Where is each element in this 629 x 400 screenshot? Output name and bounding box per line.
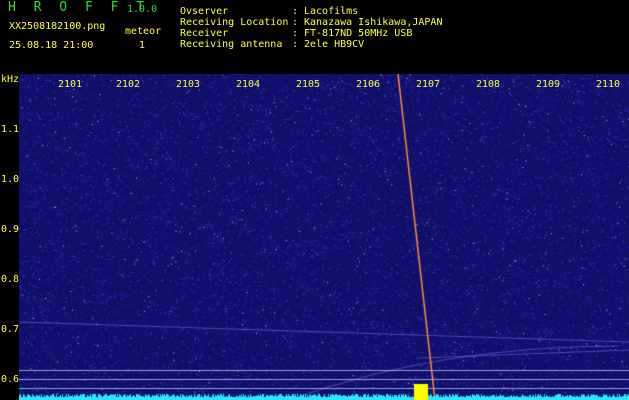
- y-tick-label: 0.6: [1, 374, 20, 385]
- x-tick-label: 2105: [296, 79, 321, 90]
- y-tick-label: 0.8: [1, 274, 20, 285]
- date-time: 25.08.18 21:00: [9, 40, 94, 51]
- location-label: Receiving Location: [180, 17, 289, 28]
- location-value: Kanazawa Ishikawa,JAPAN: [304, 17, 443, 28]
- observer-value: Lacofilms: [304, 6, 359, 17]
- x-tick-label: 2103: [176, 79, 201, 90]
- x-tick-label: 2106: [356, 79, 381, 90]
- y-tick-label: 0.9: [1, 224, 20, 235]
- y-unit-label: kHz: [1, 74, 20, 85]
- receiver-sep: :: [292, 28, 299, 39]
- antenna-label: Receiving antenna: [180, 39, 283, 50]
- antenna-value: 2ele HB9CV: [304, 39, 365, 50]
- location-sep: :: [292, 17, 299, 28]
- spectrogram-waterfall: [19, 74, 629, 400]
- observer-sep: :: [292, 6, 299, 17]
- meteor-count: 1: [139, 40, 146, 51]
- antenna-sep: :: [292, 39, 299, 50]
- observer-label: Ovserver: [180, 6, 229, 17]
- receiver-value: FT-817ND 50MHz USB: [304, 28, 413, 39]
- y-tick-label: 0.7: [1, 324, 20, 335]
- x-tick-label: 2107: [416, 79, 441, 90]
- header-panel: H R O F F T 1.0.0 XX2508182100.png meteo…: [0, 0, 629, 74]
- x-tick-label: 2101: [58, 79, 83, 90]
- x-tick-label: 2102: [116, 79, 141, 90]
- x-tick-label: 2110: [596, 79, 621, 90]
- y-tick-label: 1.0: [1, 174, 20, 185]
- x-tick-label: 2104: [236, 79, 261, 90]
- x-tick-label: 2109: [536, 79, 561, 90]
- receiver-label: Receiver: [180, 28, 229, 39]
- y-tick-label: 1.1: [1, 124, 20, 135]
- x-tick-label: 2108: [476, 79, 501, 90]
- file-name: XX2508182100.png: [9, 21, 106, 32]
- meteor-label: meteor: [125, 26, 162, 37]
- app-version: 1.0.0: [127, 4, 158, 15]
